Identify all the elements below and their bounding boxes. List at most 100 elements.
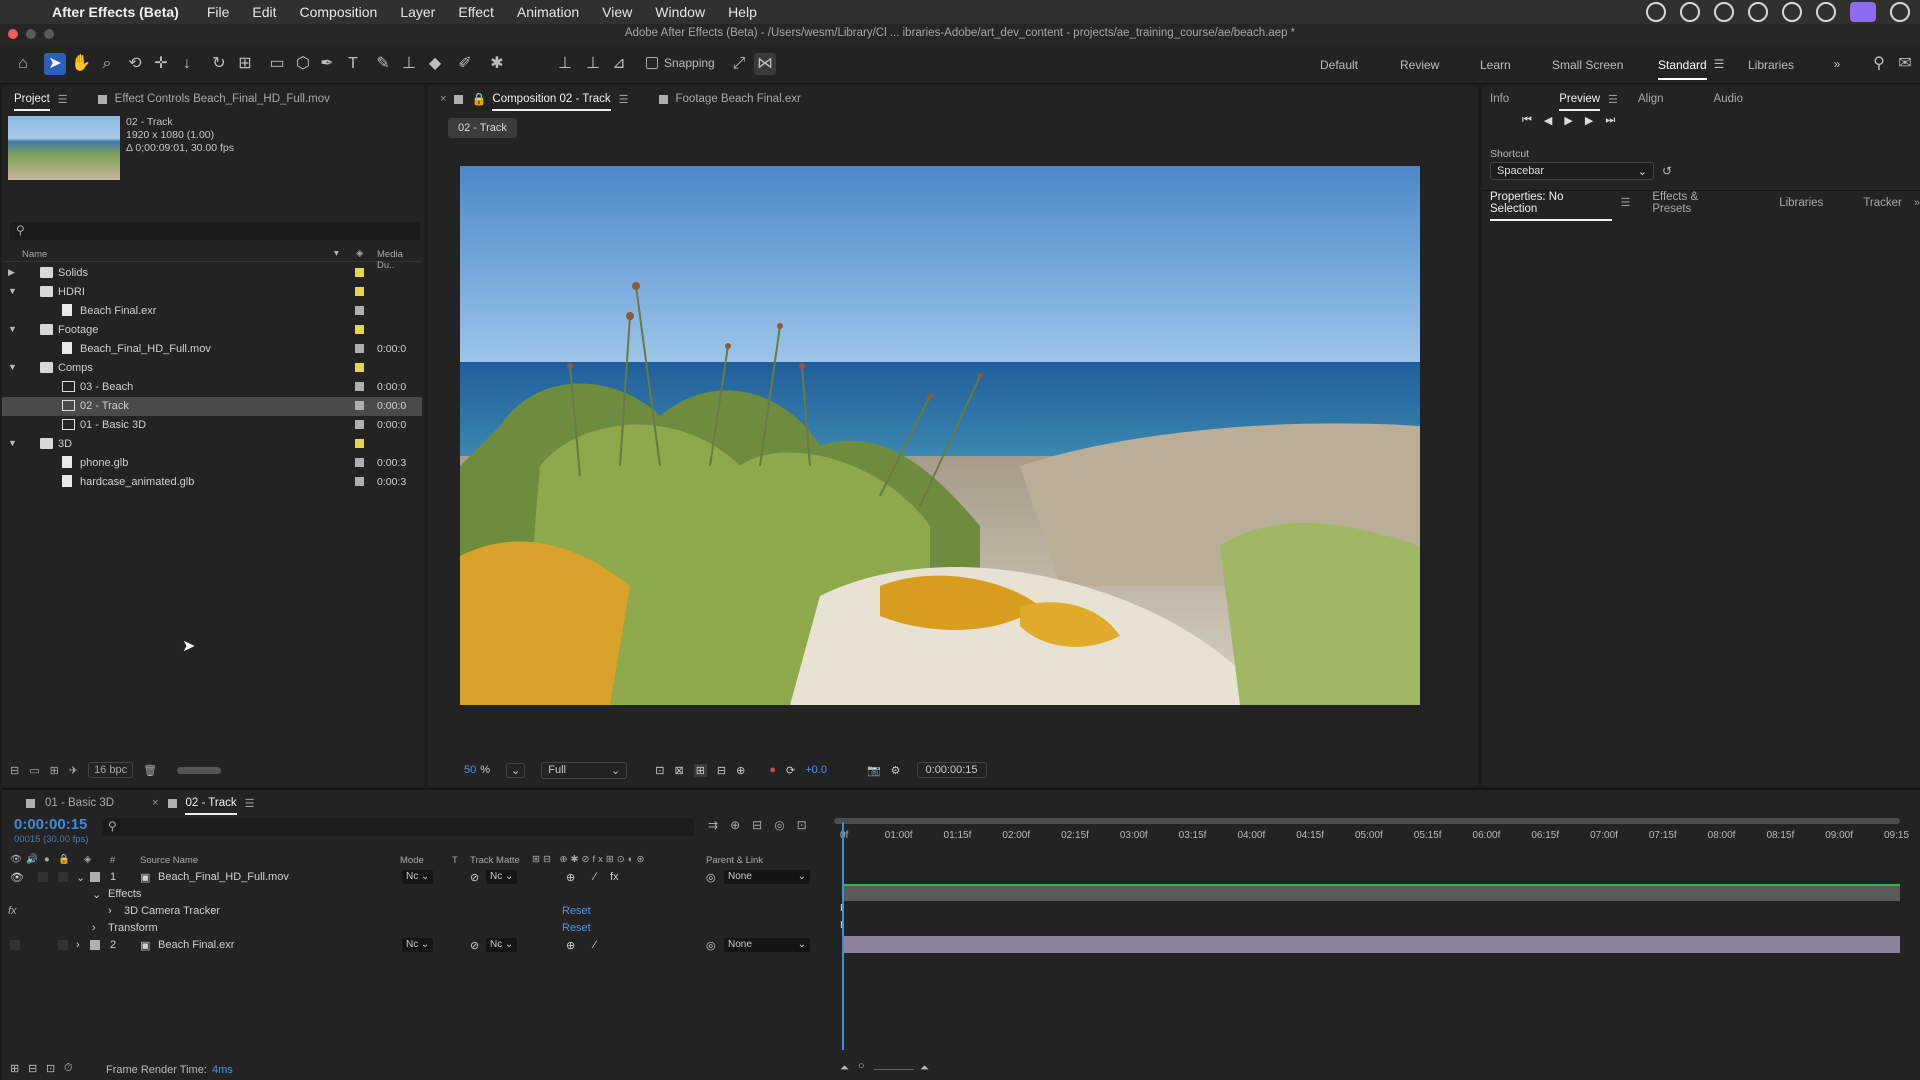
comp-navigator-chip[interactable]: 02 - Track (448, 118, 517, 138)
show-snapshot-icon[interactable]: ⚙ (891, 764, 901, 777)
tab-properties[interactable]: Properties: No Selection (1490, 191, 1613, 221)
tab-footage[interactable]: Footage Beach Final.exr (676, 93, 801, 105)
quality-switch-icon[interactable]: ∕ (594, 871, 596, 883)
effects-group-row[interactable]: ⌄ Effects (2, 886, 832, 903)
guides-icon[interactable]: ⊟ (717, 764, 726, 777)
workspace-default[interactable]: Default (1320, 58, 1358, 72)
lock-icon[interactable]: 🔒 (471, 92, 486, 106)
snap-edges-icon[interactable]: ⤢ (728, 53, 750, 75)
lock-toggle[interactable] (58, 872, 68, 882)
last-frame-icon[interactable]: ⏭ (1605, 114, 1615, 127)
expand-folder-icon[interactable]: ▼ (8, 362, 17, 372)
collapse-effects-icon[interactable]: ⌄ (92, 888, 101, 901)
preview-menu-icon[interactable]: ☰ (1608, 93, 1618, 106)
hand-tool-icon[interactable]: ✋ (70, 53, 92, 75)
project-item-row[interactable]: ▶ Solids (2, 264, 422, 283)
snap-features-icon[interactable]: ⋈ (754, 53, 776, 75)
tab-composition[interactable]: Composition 02 - Track (492, 93, 611, 111)
lock-toggle[interactable] (58, 940, 68, 950)
composition-flowchart-icon[interactable]: ⇉ (708, 818, 718, 832)
expand-folder-icon[interactable]: ▼ (8, 324, 17, 334)
viewer-panel-menu-icon[interactable]: ☰ (619, 93, 629, 106)
project-item-row[interactable]: Beach_Final_HD_Full.mov 0:00:0 (2, 340, 422, 359)
home-icon[interactable]: ⌂ (12, 53, 34, 75)
tab-align[interactable]: Align (1638, 93, 1664, 105)
tab-info[interactable]: Info (1490, 93, 1509, 105)
globe-icon[interactable] (1782, 2, 1802, 22)
shy-switch-icon[interactable]: ⊕ (566, 939, 575, 952)
matte-link-icon[interactable]: ⊘ (470, 871, 479, 884)
apple-icon[interactable] (18, 3, 36, 21)
bit-depth-button[interactable]: 16 bpc (88, 762, 134, 778)
gear-icon[interactable] (1748, 2, 1768, 22)
tab-preview[interactable]: Preview (1559, 93, 1600, 111)
zoom-dropdown-icon[interactable]: ⌄ (506, 762, 526, 778)
workspace-libraries[interactable]: Libraries (1748, 58, 1794, 72)
workspace-small-screen[interactable]: Small Screen (1552, 58, 1623, 72)
menu-help[interactable]: Help (728, 4, 757, 20)
expand-folder-icon[interactable]: ▶ (8, 267, 15, 278)
timeline-current-time[interactable]: 0:00:00:15 (14, 816, 87, 833)
label-color-swatch[interactable] (355, 439, 364, 448)
creative-cloud-icon[interactable] (1646, 2, 1666, 22)
view-axis-icon[interactable]: ⊿ (608, 53, 630, 75)
tab-effects-presets[interactable]: Effects & Presets (1652, 191, 1739, 215)
thumbnail-zoom-slider[interactable] (177, 766, 222, 774)
effect-row-camera-tracker[interactable]: fx › 3D Camera Tracker Reset (2, 903, 832, 920)
first-frame-icon[interactable]: ⏮ (1522, 114, 1532, 127)
color-channels-icon[interactable]: ● (769, 764, 776, 776)
track-matte-select[interactable]: Nc ⌄ (486, 938, 518, 952)
layer-row-1[interactable]: 👁 ⌄ 1 ▣ Beach_Final_HD_Full.mov Nc ⌄ ⊘ N… (2, 869, 832, 886)
fx-switch-icon[interactable]: fx (610, 871, 619, 883)
tab-libraries[interactable]: Libraries (1779, 197, 1823, 209)
layer-label-swatch[interactable] (90, 940, 100, 950)
playhead[interactable] (842, 822, 844, 1050)
render-time-icon[interactable]: ⏱ (64, 1062, 73, 1075)
expand-layer-icon[interactable]: › (76, 939, 80, 951)
expand-transform-icon[interactable]: › (92, 922, 96, 934)
label-color-swatch[interactable] (355, 458, 364, 467)
label-color-swatch[interactable] (355, 306, 364, 315)
project-item-row[interactable]: ▼ Comps (2, 359, 422, 378)
project-item-row[interactable]: 03 - Beach 0:00:0 (2, 378, 422, 397)
workspace-menu-icon[interactable]: ☰ (1708, 53, 1730, 75)
project-search-input[interactable]: ⚲ (10, 222, 420, 240)
tab-audio[interactable]: Audio (1714, 93, 1743, 105)
transform-group-row[interactable]: › Transform Reset (2, 920, 832, 937)
region-of-interest-icon[interactable]: ⊡ (655, 764, 664, 777)
bell-icon[interactable] (1816, 2, 1836, 22)
motion-blur-icon[interactable]: ◎ (774, 818, 784, 832)
expand-effect-icon[interactable]: › (108, 905, 112, 917)
properties-menu-icon[interactable]: ☰ (1620, 196, 1630, 209)
label-color-swatch[interactable] (355, 401, 364, 410)
track-matte-select[interactable]: Nc ⌄ (486, 870, 518, 884)
parent-select[interactable]: None ⌄ (724, 938, 810, 952)
exposure-value[interactable]: +0.0 (805, 764, 827, 776)
menu-effect[interactable]: Effect (458, 4, 494, 20)
current-time-display[interactable]: 0:00:00:15 (916, 762, 987, 778)
menu-window[interactable]: Window (655, 4, 705, 20)
zoom-in-icon[interactable]: ⏶ (920, 1062, 929, 1075)
project-item-row[interactable]: Beach Final.exr (2, 302, 422, 321)
timeline-search-input[interactable]: ⚲ (102, 818, 694, 836)
sync-icon[interactable] (1680, 2, 1700, 22)
dolly-tool-icon[interactable]: ↓ (176, 53, 198, 75)
eraser-tool-icon[interactable]: ◆ (424, 53, 446, 75)
orbit-tool-icon[interactable]: ⟲ (124, 53, 146, 75)
blend-mode-select[interactable]: Nc ⌄ (402, 938, 434, 952)
reset-shortcut-icon[interactable]: ↺ (1662, 164, 1672, 178)
search-help-icon[interactable]: ⚲ (1868, 53, 1890, 75)
more-panels-icon[interactable]: » (1914, 197, 1920, 209)
pick-whip-icon[interactable]: ◎ (706, 939, 716, 952)
layer-row-2[interactable]: › 2 ▣ Beach Final.exr Nc ⌄ ⊘ Nc ⌄ ⊕ ∕ ◎ … (2, 937, 832, 954)
zoom-slider-knob[interactable]: ○ (858, 1060, 865, 1072)
screen-share-icon[interactable] (1850, 2, 1876, 22)
label-color-swatch[interactable] (355, 420, 364, 429)
rotate-tool-icon[interactable]: ↻ (208, 53, 230, 75)
time-ruler[interactable]: 0f 01:00f 01:15f 02:00f 02:15f 03:00f 03:15f 04… (840, 812, 1910, 852)
label-color-swatch[interactable] (355, 325, 364, 334)
anchor-tool-icon[interactable]: ⊞ (234, 53, 256, 75)
workspace-review[interactable]: Review (1400, 58, 1439, 72)
layer-duration-bar-2[interactable] (842, 936, 1900, 953)
mask-visibility-icon[interactable]: ⊞ (693, 763, 707, 777)
